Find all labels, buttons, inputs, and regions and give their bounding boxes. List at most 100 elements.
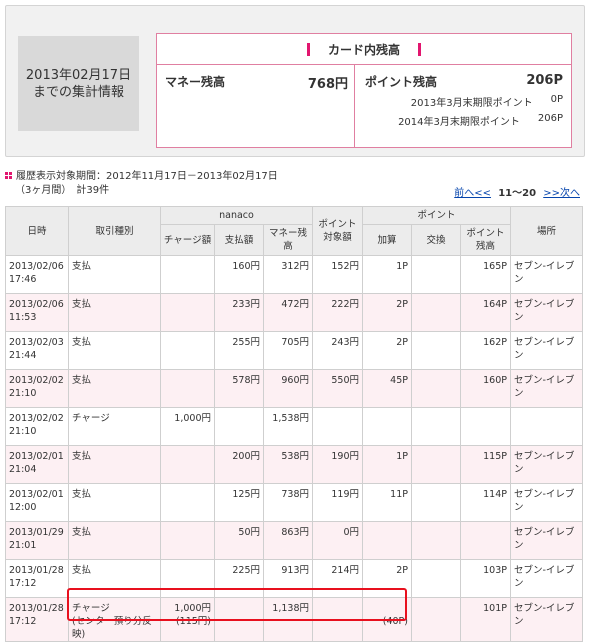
cell-exchange [411,293,461,332]
table-row: 2013/01/29 21:01 支払 50円 863円 0円 セブン-イレブン [5,521,583,560]
table-row: 2013/02/02 21:10 支払 578円 960円 550円 45P 160P セブン-… [5,369,583,408]
cell-time: 21:04 [9,464,37,475]
cell-point-target-text: 190円 [331,451,359,462]
cell-place-text: セブン-イレブン [514,565,575,589]
cell-paid-text: 255円 [232,337,260,348]
cell-date: 2013/02/02 [9,375,64,386]
col-type: 取引種別 [68,206,161,256]
cell-point-balance: 103P [460,559,511,598]
cell-note: (センター預り分反映) [72,616,152,640]
cell-place: セブン-イレブン [510,521,583,560]
cell-point-balance: 160P [460,369,511,408]
cell-point-target-text: 152円 [331,261,359,272]
cell-type: 支払 [68,255,161,294]
cell-place: セブン-イレブン [510,597,583,642]
cell-point-target: 0円 [312,521,363,560]
cell-add: 11P [362,483,412,522]
cell-paid: 578円 [214,369,264,408]
cell-exchange [411,521,461,560]
prev-page-link[interactable]: 前へ<< [454,188,491,199]
aggregation-caption: までの集計情報 [32,84,124,100]
cell-point-balance: 114P [460,483,511,522]
cell-add: 2P [362,331,412,370]
cell-money-balance-text: 738円 [281,489,309,500]
table-row: 2013/02/03 21:44 支払 255円 705円 243円 2P 162P セブン-イ… [5,331,583,370]
cell-datetime: 2013/02/06 17:46 [5,255,69,294]
cell-type-text: 支払 [72,565,92,576]
cell-point-balance: 164P [460,293,511,332]
cell-type: 支払 [68,331,161,370]
cell-paid [214,597,264,642]
cell-place [510,407,583,446]
cell-paid: 255円 [214,331,264,370]
cell-type-text: チャージ [72,413,110,424]
point-balance-value: 206P [526,73,563,88]
cell-place-text: セブン-イレブン [514,527,575,551]
cell-date: 2013/01/28 [9,565,64,576]
cell-time: 21:10 [9,426,37,437]
cell-paid: 225円 [214,559,264,598]
next-page-link[interactable]: >>次へ [543,188,580,199]
cell-point-target-text: 550円 [331,375,359,386]
cell-add-text: 2P [396,299,408,310]
cell-date: 2013/01/28 [9,603,64,614]
cell-place-text: セブン-イレブン [514,603,575,627]
cell-paid: 125円 [214,483,264,522]
cell-point-balance-text: 115P [483,451,507,462]
accent-bar-right [418,42,421,56]
cell-point-balance-text: 164P [483,299,507,310]
cell-add-text: 11P [390,489,408,500]
cell-money-balance-text: 913円 [281,565,309,576]
cell-paid: 50円 [214,521,264,560]
cell-time: 21:44 [9,350,37,361]
table-row: 2013/01/28 17:12 チャージ (センター預り分反映) 1,000円 (115… [5,597,583,642]
cell-time: 17:46 [9,274,37,285]
money-balance: マネー残高 768円 [157,65,355,147]
bullet-icon [5,172,12,179]
col-add: 加算 [362,224,412,256]
aggregation-date: 2013年02月17日 [25,67,132,83]
cell-type-text: 支払 [72,489,92,500]
expiry-row: 2014年3月末期限ポイント 206P [365,113,563,128]
cell-money-balance-text: 863円 [281,527,309,538]
col-charge: チャージ額 [160,224,215,256]
cell-money-balance-text: 312円 [281,261,309,272]
cell-exchange [411,255,461,294]
cell-type: 支払 [68,445,161,484]
col-group-nanaco: nanaco [160,206,313,225]
cell-paid: 233円 [214,293,264,332]
cell-paid-text: 200円 [232,451,260,462]
cell-point-balance-text: 162P [483,337,507,348]
cell-point-target-text: 214円 [331,565,359,576]
cell-charge [160,521,215,560]
cell-datetime: 2013/02/02 21:10 [5,369,69,408]
cell-point-target: 214円 [312,559,363,598]
cell-exchange [411,597,461,642]
cell-money-balance: 913円 [263,559,313,598]
cell-charge [160,445,215,484]
money-balance-value: 768円 [307,77,348,92]
cell-type: 支払 [68,483,161,522]
card-balance-box: カード内残高 マネー残高 768円 ポイント残高 206P 2013年3月末期限… [156,33,572,148]
cell-point-balance: 165P [460,255,511,294]
expiry-value: 206P [537,113,563,124]
cell-add: 1P [362,445,412,484]
col-paid: 支払額 [214,224,264,256]
cell-paid-text: 578円 [232,375,260,386]
cell-datetime: 2013/02/03 21:44 [5,331,69,370]
cell-point-target-text: 222円 [331,299,359,310]
cell-datetime: 2013/02/06 11:53 [5,293,69,332]
cell-add-text: 1P [396,451,408,462]
cell-money-balance: 705円 [263,331,313,370]
cell-add: 1P [362,255,412,294]
cell-charge [160,483,215,522]
money-balance-label: マネー残高 [165,75,226,89]
table-row: 2013/02/02 21:10 チャージ 1,000円 1,538円 [5,407,583,446]
col-point-target: ポイント対象額 [312,206,363,256]
balance-summary-panel: 2013年02月17日 までの集計情報 カード内残高 マネー残高 768円 ポイ… [5,5,585,157]
expiry-label: 2014年3月末期限ポイント [398,117,520,128]
table-row: 2013/02/06 11:53 支払 233円 472円 222円 2P 164P セブン-イ… [5,293,583,332]
cell-place: セブン-イレブン [510,445,583,484]
cell-money-balance: 472円 [263,293,313,332]
cell-type-text: 支払 [72,451,92,462]
